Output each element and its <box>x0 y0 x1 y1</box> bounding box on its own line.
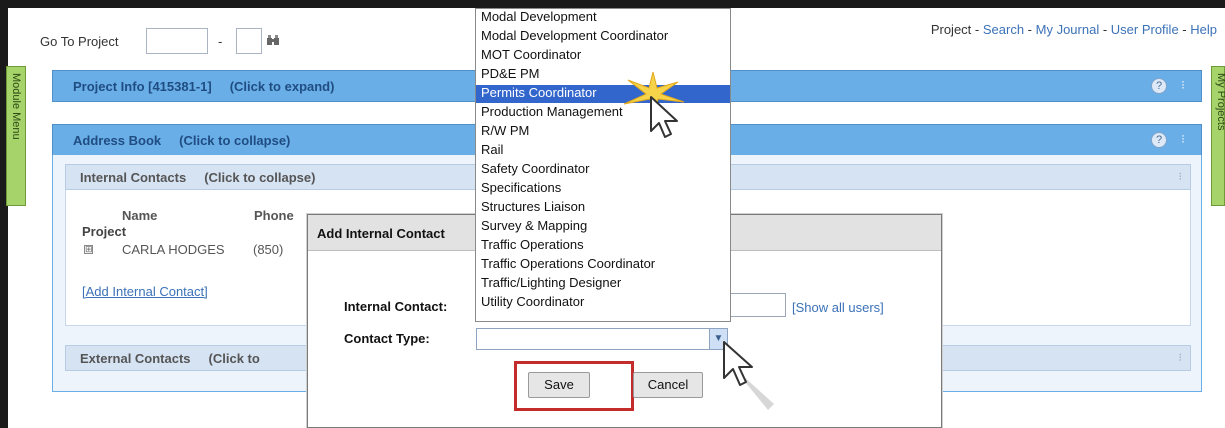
nav-search[interactable]: Search <box>983 22 1024 37</box>
nav-project[interactable]: Project <box>931 22 971 37</box>
dropdown-option[interactable]: Structures Liaison <box>476 199 730 217</box>
save-button[interactable]: Save <box>528 372 590 398</box>
contact-group-label: Project <box>82 224 127 239</box>
contact-type-label: Contact Type: <box>344 331 430 346</box>
dropdown-option[interactable]: Rail <box>476 142 730 160</box>
internal-contacts-title: Internal Contacts (Click to collapse) <box>80 170 316 185</box>
show-all-users-link[interactable]: [Show all users] <box>792 300 884 315</box>
sub-separator: ⁝ <box>1178 352 1183 364</box>
nav-my-journal[interactable]: My Journal <box>1036 22 1100 37</box>
add-internal-contact-link[interactable]: [Add Internal Contact] <box>82 284 208 299</box>
dropdown-option[interactable]: Modal Development <box>476 9 730 27</box>
dropdown-option[interactable]: Modal Development Coordinator <box>476 28 730 46</box>
dropdown-option[interactable]: R/W PM <box>476 123 730 141</box>
nav-help[interactable]: Help <box>1190 22 1217 37</box>
dropdown-option[interactable]: Utility Coordinator <box>476 294 730 312</box>
dropdown-option[interactable]: Traffic/Lighting Designer <box>476 275 730 293</box>
project-info-title: Project Info [415381-1] (Click to expand) <box>73 79 335 94</box>
contact-phone: (850) <box>253 242 284 257</box>
dropdown-option[interactable]: Specifications <box>476 180 730 198</box>
column-header-name[interactable]: Name <box>122 208 157 223</box>
pointer-cursor-icon <box>723 341 774 410</box>
help-icon[interactable]: ? <box>1151 132 1167 148</box>
my-projects-label: My Projects <box>1215 73 1225 131</box>
expand-icon[interactable]: ⊞ <box>84 245 93 254</box>
goto-project-label: Go To Project <box>40 34 119 49</box>
external-contacts-title: External Contacts (Click to <box>80 351 260 366</box>
goto-dash: - <box>218 34 223 49</box>
dropdown-option[interactable]: Survey & Mapping <box>476 218 730 236</box>
dropdown-option[interactable]: Production Management <box>476 104 730 122</box>
cancel-button[interactable]: Cancel <box>633 372 703 398</box>
goto-project-input[interactable] <box>146 28 208 54</box>
pointer-cursor-icon <box>650 96 678 138</box>
address-book-title: Address Book (Click to collapse) <box>73 133 291 148</box>
contact-name: CARLA HODGES <box>122 242 225 257</box>
panel-separator: ⁝ <box>1181 132 1185 146</box>
goto-project-suffix-input[interactable] <box>236 28 262 54</box>
my-projects-tab[interactable]: My Projects <box>1211 66 1225 206</box>
contact-type-dropdown-list[interactable]: Modal Development Modal Development Coor… <box>475 8 731 322</box>
help-icon[interactable]: ? <box>1151 78 1167 94</box>
module-menu-label: Module Menu <box>10 73 22 140</box>
dropdown-option[interactable]: Traffic Operations <box>476 237 730 255</box>
dropdown-option[interactable]: Safety Coordinator <box>476 161 730 179</box>
dropdown-option[interactable]: PD&E PM <box>476 66 730 84</box>
panel-separator: ⁝ <box>1181 78 1185 92</box>
dropdown-option[interactable]: Traffic Operations Coordinator <box>476 256 730 274</box>
dropdown-option-selected[interactable]: Permits Coordinator <box>476 85 730 103</box>
binoculars-icon[interactable] <box>266 33 280 47</box>
dropdown-option[interactable]: MOT Coordinator <box>476 47 730 65</box>
internal-contact-label: Internal Contact: <box>344 299 448 314</box>
nav-user-profile[interactable]: User Profile <box>1111 22 1179 37</box>
column-header-phone[interactable]: Phone <box>254 208 294 223</box>
dialog-title: Add Internal Contact <box>317 226 445 241</box>
top-navigation: Project - Search - My Journal - User Pro… <box>930 22 1217 37</box>
module-menu-tab[interactable]: Module Menu <box>6 66 26 206</box>
contact-type-select[interactable]: ▼ <box>476 328 728 350</box>
sub-separator: ⁝ <box>1178 171 1183 183</box>
